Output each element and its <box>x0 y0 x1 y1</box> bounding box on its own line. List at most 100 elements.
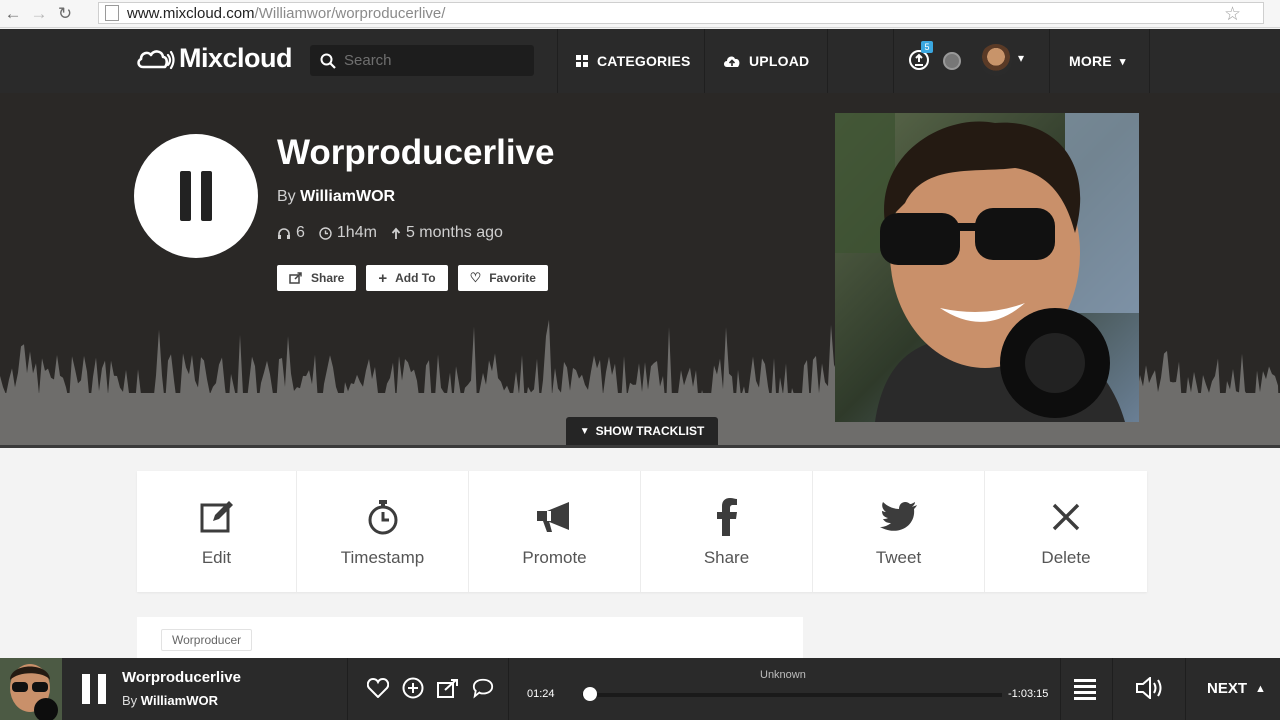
volume-icon[interactable] <box>1135 675 1167 704</box>
share-label: Share <box>311 271 345 285</box>
promote-action[interactable]: Promote <box>469 471 641 592</box>
tag-link[interactable]: Worproducer <box>161 629 253 651</box>
nav-categories[interactable]: CATEGORIES <box>576 29 691 93</box>
player-divider <box>1185 658 1186 720</box>
show-tracklist-label: SHOW TRACKLIST <box>595 424 705 438</box>
by-prefix: By <box>277 188 296 205</box>
progress-track[interactable] <box>582 693 1002 697</box>
cloud-upload-icon <box>723 54 741 68</box>
current-track-name: Unknown <box>760 669 806 681</box>
hero-divider <box>0 445 1280 448</box>
share-icon[interactable] <box>437 677 459 699</box>
url-path: /Williamwor/worproducerlive/ <box>254 4 446 22</box>
mixcloud-logo[interactable]: Mixcloud <box>135 43 293 74</box>
player-bar: Worproducerlive By WilliamWOR Unknown 01… <box>0 658 1280 720</box>
edit-label: Edit <box>201 547 232 567</box>
add-to-button[interactable]: + Add To <box>366 265 448 291</box>
listens-stat: 6 <box>277 224 305 242</box>
forward-icon[interactable]: → <box>26 1 52 27</box>
nav-more[interactable]: MORE ▾ <box>1069 29 1126 93</box>
site-header: Mixcloud CATEGORIES UPLOAD 5 ▾ MORE ▾ <box>0 29 1280 93</box>
progress-handle[interactable] <box>583 687 598 701</box>
status-dot-icon[interactable] <box>943 52 961 70</box>
tweet-action[interactable]: Tweet <box>813 471 985 592</box>
show-hero: Worproducerlive By WilliamWOR 6 1h4m 5 m… <box>0 93 1280 445</box>
nav-divider <box>827 29 828 93</box>
duration-value: 1h4m <box>336 224 377 241</box>
pause-icon <box>201 171 212 221</box>
player-divider <box>1112 658 1113 720</box>
nav-more-label: MORE <box>1069 53 1112 69</box>
edit-icon <box>199 496 235 538</box>
next-label: NEXT <box>1207 680 1248 697</box>
timestamp-action[interactable]: Timestamp <box>297 471 469 592</box>
facebook-share-label: Share <box>703 547 750 567</box>
player-by-prefix: By <box>122 693 138 708</box>
player-divider <box>1060 658 1061 720</box>
show-tracklist-button[interactable]: ▼ SHOW TRACKLIST <box>566 417 718 445</box>
show-stats: 6 1h4m 5 months ago <box>277 224 503 242</box>
headphones-icon <box>278 227 290 239</box>
pause-icon <box>98 674 106 704</box>
nav-upload[interactable]: UPLOAD <box>723 29 809 93</box>
user-avatar[interactable] <box>980 44 1012 76</box>
player-author-link[interactable]: WilliamWOR <box>141 693 218 708</box>
comment-icon[interactable] <box>472 677 494 699</box>
elapsed-time: 01:24 <box>527 688 555 700</box>
heart-icon: ♡ <box>469 270 482 285</box>
page-icon <box>105 5 119 21</box>
player-title[interactable]: Worproducerlive <box>122 669 241 686</box>
edit-action[interactable]: Edit <box>137 471 297 592</box>
upload-arrow-icon <box>391 227 401 239</box>
search-box[interactable] <box>310 45 534 76</box>
player-actions <box>367 677 494 699</box>
hero-buttons: Share + Add To ♡ Favorite <box>277 265 548 291</box>
address-bar[interactable]: www.mixcloud.com/Williamwor/worproducerl… <box>98 2 1264 26</box>
back-icon[interactable]: ← <box>0 1 26 27</box>
uploaded-value: 5 months ago <box>405 224 503 241</box>
nav-divider <box>557 29 558 93</box>
search-icon <box>320 53 336 69</box>
bookmark-star-icon[interactable]: ☆ <box>1224 3 1241 26</box>
player-divider <box>508 658 509 720</box>
nav-divider <box>1049 29 1050 93</box>
mixcloud-cloud-icon <box>137 49 175 69</box>
reload-icon[interactable]: ↻ <box>52 1 78 27</box>
cover-photo <box>835 113 1139 422</box>
nav-divider <box>1149 29 1150 93</box>
favorite-button[interactable]: ♡ Favorite <box>457 265 548 291</box>
tweet-label: Tweet <box>875 547 922 567</box>
player-thumbnail[interactable] <box>0 658 62 720</box>
facebook-share-action[interactable]: Share <box>641 471 813 592</box>
add-to-label: Add To <box>395 271 436 285</box>
remaining-time: -1:03:15 <box>1008 688 1049 700</box>
show-author-link[interactable]: WilliamWOR <box>300 188 395 205</box>
player-pause-button[interactable] <box>78 674 110 704</box>
next-button[interactable]: NEXT ▲ <box>1207 680 1266 697</box>
notification-badge: 5 <box>921 41 933 53</box>
chevron-down-icon[interactable]: ▾ <box>1018 51 1024 65</box>
stopwatch-icon <box>366 496 400 538</box>
search-input[interactable] <box>344 52 524 69</box>
plus-icon: + <box>378 269 388 287</box>
promote-label: Promote <box>522 547 587 567</box>
url-host: www.mixcloud.com <box>127 4 255 22</box>
pause-button[interactable] <box>134 134 258 258</box>
grid-icon <box>576 54 589 68</box>
add-circle-icon[interactable] <box>402 677 424 699</box>
share-button[interactable]: Share <box>277 265 357 291</box>
queue-list-icon[interactable] <box>1074 677 1096 706</box>
listens-count: 6 <box>296 224 305 241</box>
nav-upload-label: UPLOAD <box>749 53 810 69</box>
favorite-label: Favorite <box>489 271 536 285</box>
notifications-button[interactable]: 5 <box>908 41 933 71</box>
twitter-icon <box>879 496 918 538</box>
heart-icon[interactable] <box>367 677 389 699</box>
clock-icon <box>319 226 332 240</box>
share-icon <box>289 272 302 284</box>
uploaded-stat: 5 months ago <box>391 224 503 242</box>
delete-action[interactable]: Delete <box>985 471 1147 592</box>
pause-icon <box>82 674 90 704</box>
timestamp-label: Timestamp <box>340 547 425 567</box>
owner-actions: Edit Timestamp Promote Share Tweet Delet… <box>137 471 1147 592</box>
